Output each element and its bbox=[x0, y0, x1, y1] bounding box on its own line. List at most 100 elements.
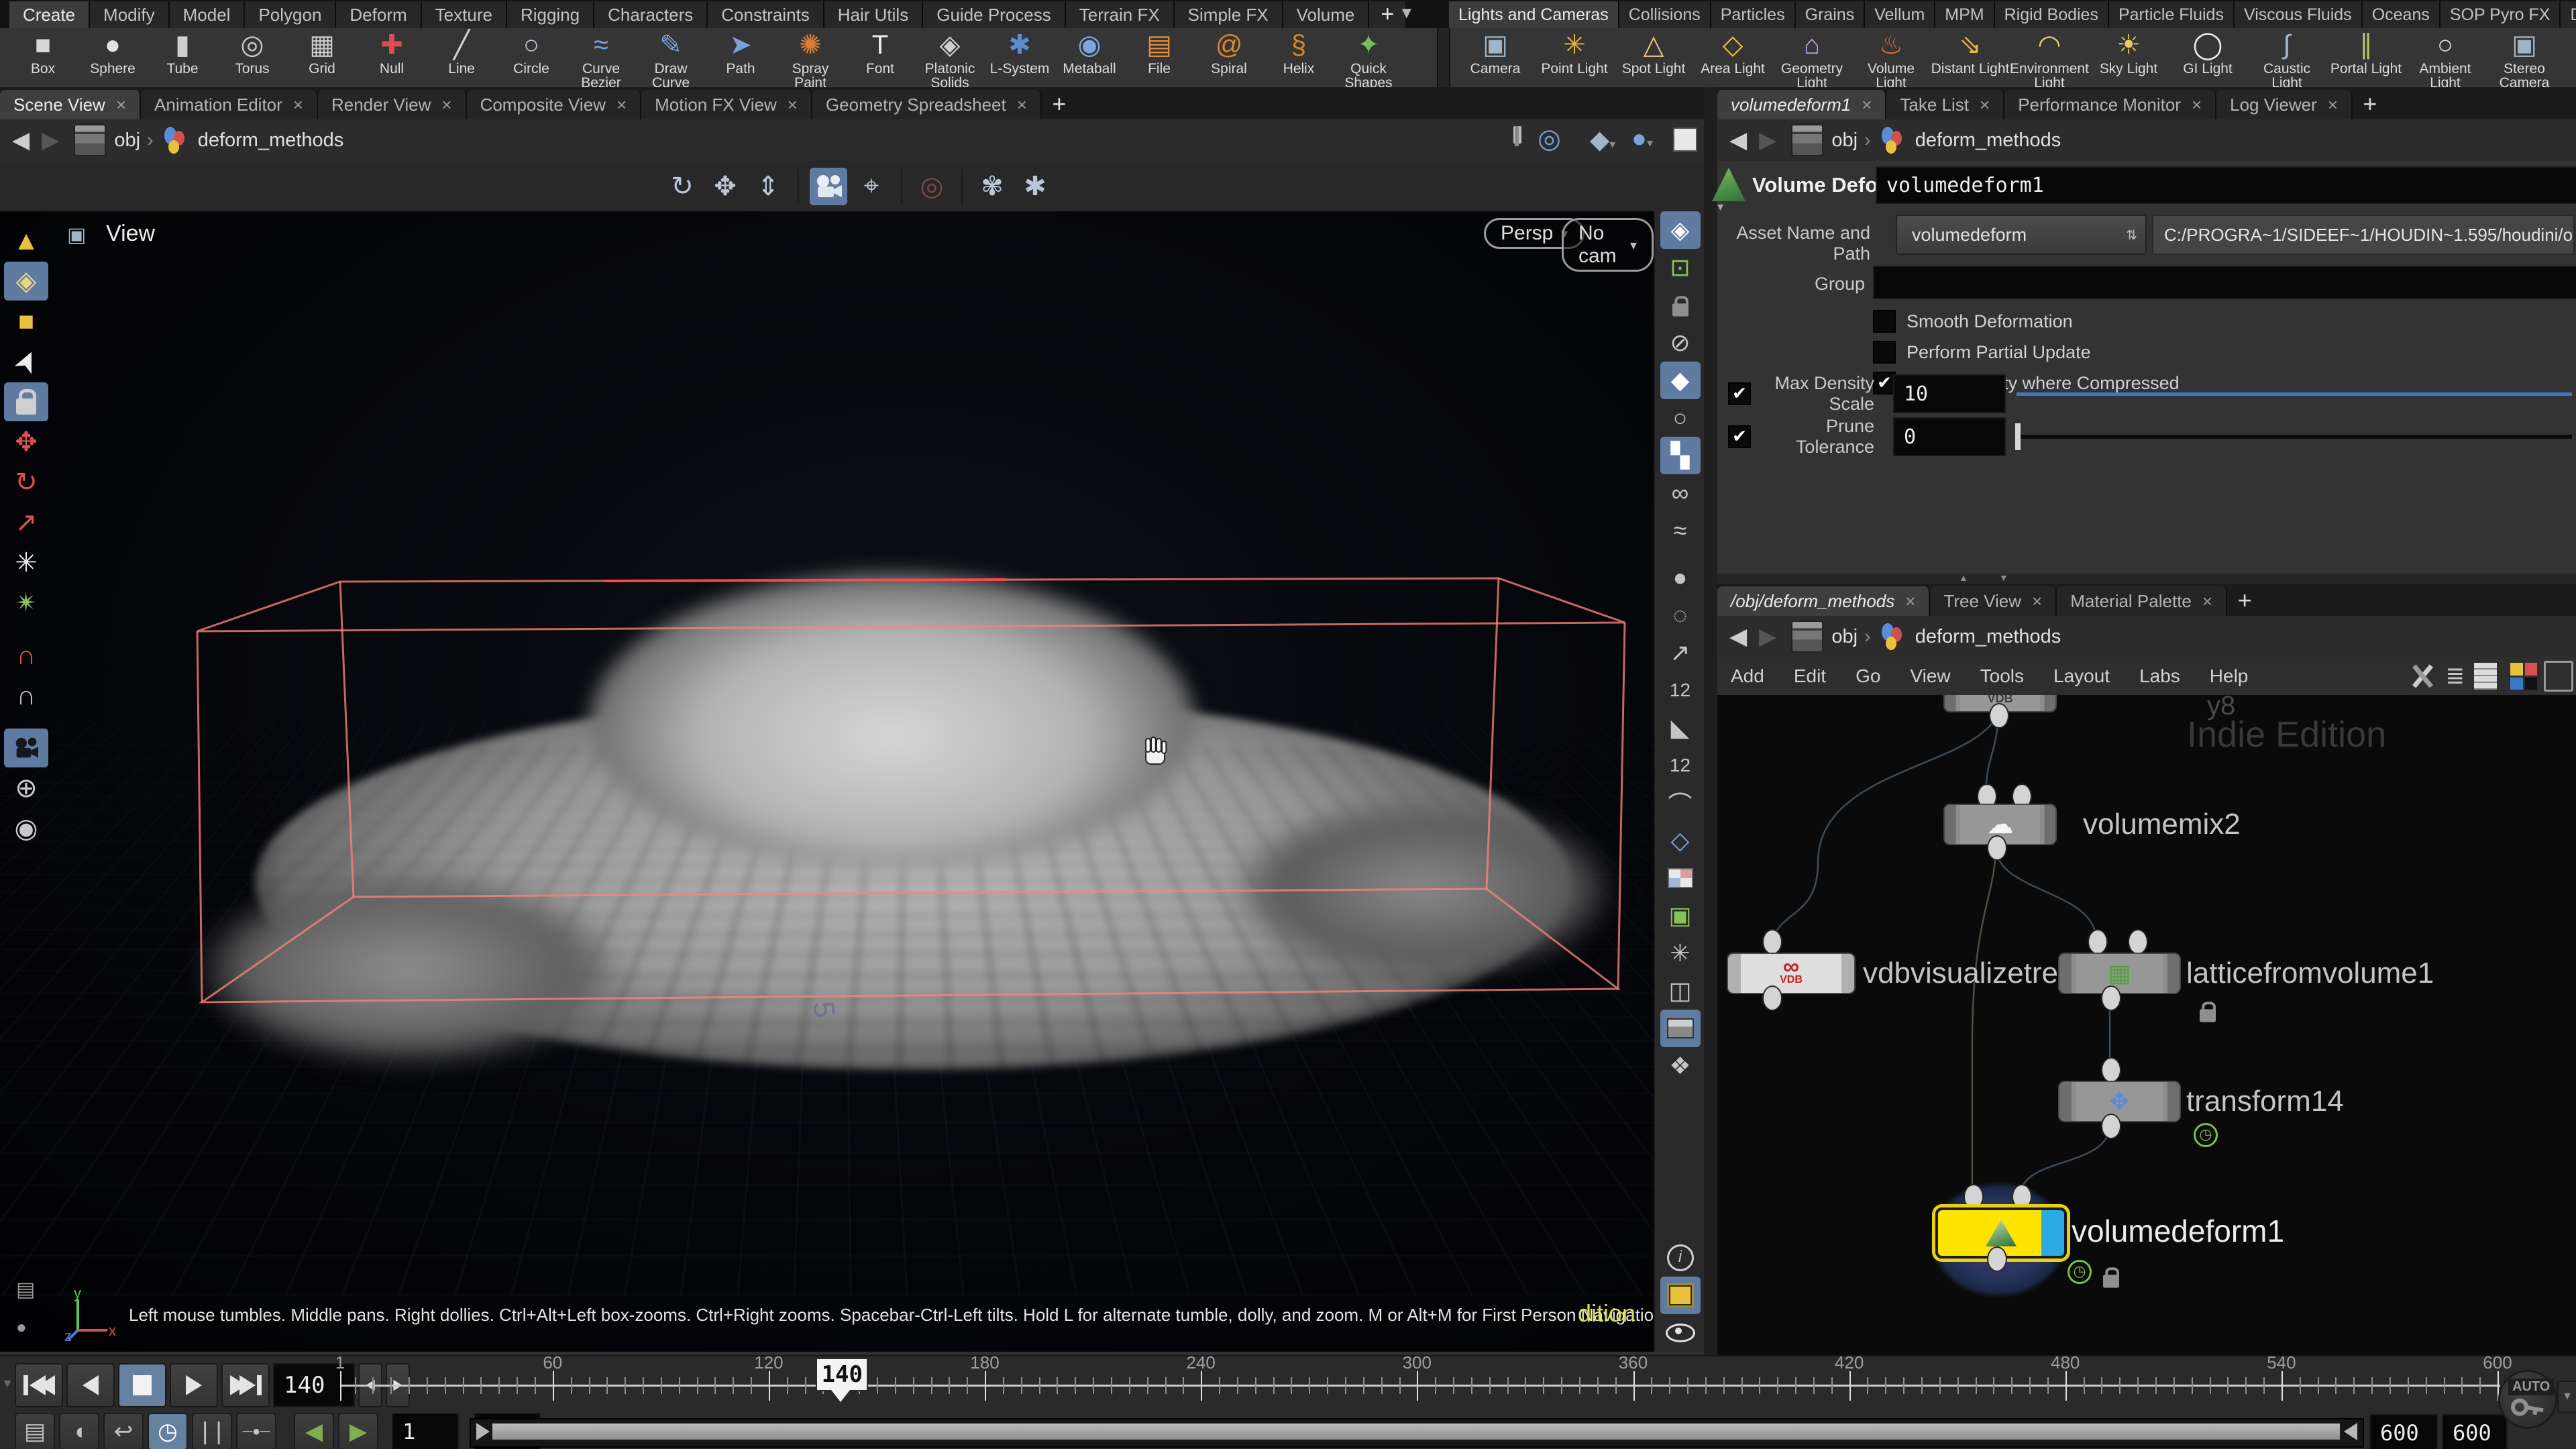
pane-tab[interactable]: Take List × bbox=[1886, 90, 2004, 119]
lattice-handle-icon[interactable]: ◈ bbox=[4, 262, 48, 301]
shelf-tab[interactable]: Polygon bbox=[245, 1, 336, 28]
prune-slider-handle[interactable] bbox=[2015, 423, 2021, 450]
breadcrumb-root[interactable]: obj bbox=[114, 129, 140, 152]
info-icon[interactable]: i bbox=[1660, 1239, 1701, 1277]
shelf-divider[interactable] bbox=[1437, 28, 1450, 87]
obj-context-icon[interactable] bbox=[1791, 621, 1823, 653]
tree-list-icon[interactable]: ≣ bbox=[2446, 663, 2465, 690]
snap-key-magnet-icon[interactable]: ∩ bbox=[4, 676, 48, 715]
obj-context-icon[interactable] bbox=[74, 124, 106, 156]
pane-tab[interactable]: Log Viewer × bbox=[2216, 90, 2353, 119]
pane-corner-icon[interactable]: ▣ bbox=[67, 223, 86, 247]
tools-icon[interactable] bbox=[2407, 661, 2436, 691]
forward-arrow-icon[interactable]: ▶ bbox=[42, 127, 59, 154]
close-icon[interactable]: × bbox=[441, 95, 451, 115]
primitive-types-icon[interactable]: ●▾ bbox=[1631, 125, 1653, 154]
quad-view-icon[interactable] bbox=[1660, 1277, 1701, 1314]
pane-splitter[interactable] bbox=[1704, 87, 1717, 1355]
close-icon[interactable]: × bbox=[1980, 95, 1990, 115]
asset-name-dropdown[interactable]: volumedeform ⇅ bbox=[1896, 215, 2147, 255]
shelf-tool-button[interactable]: ⇘ Distant Light bbox=[1931, 28, 2010, 87]
shelf-tab[interactable]: Rigid Bodies bbox=[1995, 1, 2109, 28]
high-quality-light-icon[interactable]: ◆ bbox=[1660, 362, 1701, 399]
point-normals-icon[interactable]: ◌ bbox=[1660, 596, 1701, 634]
panel-splitter[interactable]: ▲ ▼ bbox=[1717, 574, 2576, 584]
shelf-tool-button[interactable]: ✚ Null bbox=[357, 28, 427, 87]
shelf-tab[interactable]: DOP Pyro FX bbox=[2561, 1, 2576, 28]
close-icon[interactable]: × bbox=[116, 95, 126, 115]
snap-magnet-icon[interactable]: ∩ bbox=[4, 636, 48, 675]
pane-tab[interactable]: Scene View × bbox=[0, 90, 141, 119]
shelf-tool-button[interactable]: ▣ Stereo Camera bbox=[2485, 28, 2564, 87]
close-icon[interactable]: × bbox=[2202, 591, 2212, 612]
checkbox[interactable]: ✔ bbox=[1728, 382, 1751, 405]
shelf-tool-button[interactable]: ▦ Grid bbox=[287, 28, 357, 87]
no-preview-icon[interactable]: ◎ bbox=[913, 168, 951, 205]
range-handle-right[interactable] bbox=[2344, 1423, 2357, 1440]
shelf-tab[interactable]: Constraints bbox=[708, 1, 824, 28]
range-subend-field[interactable]: 600 bbox=[2369, 1414, 2438, 1449]
select-tool-icon[interactable]: ➤ bbox=[0, 333, 53, 390]
render-region-icon[interactable]: ⊕ bbox=[4, 769, 48, 808]
range-end-field[interactable]: 600 bbox=[2442, 1414, 2508, 1449]
shelf-tab[interactable]: Vellum bbox=[1865, 1, 1935, 28]
translate-tool-icon[interactable]: ✥ bbox=[4, 423, 48, 462]
forward-arrow-icon[interactable]: ▶ bbox=[1759, 623, 1776, 650]
shelf-tab[interactable]: Terrain FX bbox=[1066, 1, 1175, 28]
shelf-tool-button[interactable]: ◯ GI Light bbox=[2168, 28, 2247, 87]
shelf-tool-button[interactable]: ≈ Curve Bezier bbox=[566, 28, 636, 87]
scale-tool-icon[interactable]: ↗ bbox=[4, 503, 48, 542]
playbar-menu-icon[interactable]: ▤ bbox=[15, 1413, 55, 1449]
network-menu-item[interactable]: Add bbox=[1731, 665, 1764, 687]
group-field[interactable] bbox=[1873, 266, 2576, 299]
autokey-options-button[interactable]: ▼ bbox=[2557, 1381, 2576, 1413]
reference-plane-icon[interactable]: ◈ bbox=[1660, 211, 1701, 249]
rotate-tool-icon[interactable]: ↻ bbox=[4, 463, 48, 502]
shelf-tool-button[interactable]: ♨ Volume Light bbox=[1851, 28, 1931, 87]
network-menu-item[interactable]: Layout bbox=[2053, 665, 2110, 687]
selection-mode-icon[interactable] bbox=[1673, 127, 1697, 155]
prim-normals-icon[interactable]: ◣ bbox=[1660, 709, 1701, 747]
close-icon[interactable]: × bbox=[788, 95, 798, 115]
shelf-tab[interactable]: Lights and Cameras bbox=[1449, 1, 1619, 28]
playbar-collapse-icon[interactable]: ▼ bbox=[1, 1377, 13, 1391]
checkbox[interactable]: ✔ bbox=[1728, 425, 1751, 448]
shelf-overflow-button[interactable]: ▼ bbox=[1399, 4, 1415, 23]
vertex-markers-icon[interactable]: ▣ bbox=[1660, 897, 1701, 934]
shelf-tool-button[interactable]: ■ Box bbox=[8, 28, 78, 87]
shelf-tool-button[interactable]: ✳ Point Light bbox=[1535, 28, 1614, 87]
particle-display-icon[interactable]: ✳ bbox=[1660, 934, 1701, 972]
shelf-tab[interactable]: Texture bbox=[422, 1, 507, 28]
back-arrow-icon[interactable]: ◀ bbox=[1729, 623, 1747, 650]
close-icon[interactable]: × bbox=[616, 95, 627, 115]
frame-ruler[interactable]: 160120180240300360420480540600 bbox=[0, 1356, 2576, 1417]
close-icon[interactable]: × bbox=[1905, 591, 1915, 612]
pane-tab[interactable]: Geometry Spreadsheet × bbox=[812, 90, 1042, 119]
pane-tab[interactable]: Tree View × bbox=[1930, 586, 2057, 616]
node-name-field[interactable]: volumedeform1 bbox=[1876, 166, 2576, 204]
pane-add-tab-button[interactable]: + bbox=[1042, 90, 1077, 119]
asset-path-field[interactable]: C:/PROGRA~1/SIDEEF~1/HOUDIN~1.595/houdin… bbox=[2152, 215, 2575, 255]
point-trails-icon[interactable]: ↗ bbox=[1660, 634, 1701, 672]
checkbox[interactable] bbox=[1873, 341, 1896, 364]
network-node[interactable]: ∞ VDB bbox=[1727, 953, 1856, 994]
pin-location-icon[interactable]: ❖ bbox=[1660, 1047, 1701, 1085]
point-numbers-icon[interactable]: 12 bbox=[1660, 672, 1701, 709]
shelf-tool-button[interactable]: ○ Ambient Light bbox=[2406, 28, 2485, 87]
network-node[interactable]: ✥ bbox=[2058, 1081, 2181, 1122]
shelf-tool-button[interactable]: ✺ Spray Paint bbox=[775, 28, 845, 87]
next-key-button[interactable]: ▶ bbox=[338, 1413, 378, 1449]
close-icon[interactable]: × bbox=[293, 95, 303, 115]
pane-tab[interactable]: /obj/deform_methods × bbox=[1717, 586, 1930, 616]
shelf-tab[interactable]: SOP Pyro FX bbox=[2440, 1, 2561, 28]
view-pan-icon[interactable]: ✥ bbox=[706, 168, 744, 205]
secure-selection-icon[interactable] bbox=[4, 382, 48, 421]
shelf-tool-button[interactable]: ✦ Quick Shapes bbox=[1334, 28, 1403, 87]
prim-numbers-icon[interactable]: 12 bbox=[1660, 747, 1701, 784]
close-icon[interactable]: × bbox=[2032, 591, 2042, 612]
shelf-tool-button[interactable]: ◠ Environment Light bbox=[2010, 28, 2089, 87]
breadcrumb-node[interactable]: deform_methods bbox=[1915, 626, 2061, 648]
shelf-tab[interactable]: Characters bbox=[594, 1, 708, 28]
pane-add-tab-button[interactable]: + bbox=[2227, 586, 2262, 616]
shelf-tab[interactable]: Deform bbox=[336, 1, 421, 28]
